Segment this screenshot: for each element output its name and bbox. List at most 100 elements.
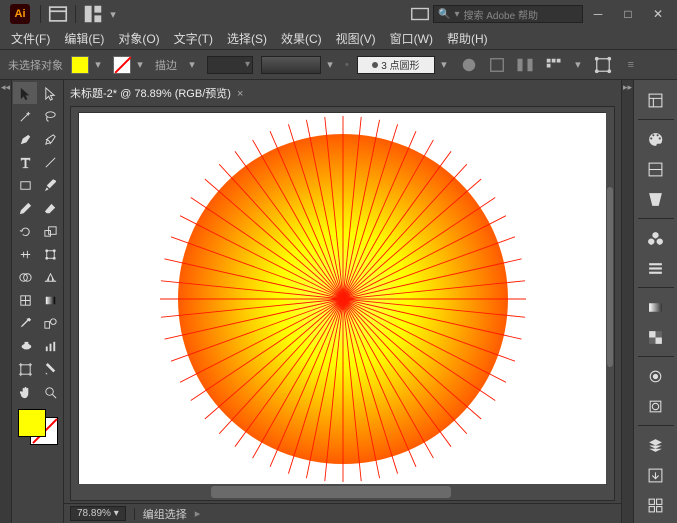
document-tabbar: 未标题-2* @ 78.89% (RGB/预览)× bbox=[64, 80, 621, 106]
menu-effect[interactable]: 效果(C) bbox=[274, 28, 329, 49]
recolor-icon[interactable] bbox=[543, 55, 563, 75]
fill-swatch[interactable] bbox=[71, 56, 89, 74]
menu-window[interactable]: 窗口(W) bbox=[383, 28, 440, 49]
chevron-right-icon[interactable]: ▸ bbox=[195, 507, 201, 520]
brushes-panel-icon[interactable] bbox=[640, 185, 672, 213]
lasso-tool[interactable] bbox=[38, 105, 62, 127]
menu-view[interactable]: 视图(V) bbox=[329, 28, 383, 49]
chevron-down-icon: ▾ bbox=[114, 508, 119, 519]
opacity-icon[interactable] bbox=[459, 55, 479, 75]
left-dock-collapse[interactable]: ◂◂ bbox=[0, 80, 12, 523]
menu-edit[interactable]: 编辑(E) bbox=[57, 28, 111, 49]
paintbrush-tool[interactable] bbox=[38, 174, 62, 196]
layers-panel-icon[interactable] bbox=[640, 431, 672, 459]
properties-panel-icon[interactable] bbox=[640, 86, 672, 114]
scrollbar-thumb[interactable] bbox=[211, 486, 451, 498]
canvas[interactable] bbox=[70, 106, 615, 501]
eraser-tool[interactable] bbox=[38, 197, 62, 219]
document-tab[interactable]: 未标题-2* @ 78.89% (RGB/预览)× bbox=[70, 85, 243, 101]
stroke-panel-icon[interactable] bbox=[640, 254, 672, 282]
asset-export-panel-icon[interactable] bbox=[640, 461, 672, 489]
hand-tool[interactable] bbox=[13, 381, 37, 403]
artboards-panel-icon[interactable] bbox=[640, 491, 672, 519]
width-profile-dropdown-icon[interactable]: ▾ bbox=[323, 58, 337, 72]
rotate-tool[interactable] bbox=[13, 220, 37, 242]
type-tool[interactable] bbox=[13, 151, 37, 173]
width-tool[interactable] bbox=[13, 243, 37, 265]
style-icon[interactable] bbox=[487, 55, 507, 75]
column-graph-tool[interactable] bbox=[38, 335, 62, 357]
separator bbox=[638, 425, 674, 426]
search-icon: 🔍 bbox=[438, 9, 450, 20]
search-input[interactable]: 🔍 ▾ 搜索 Adobe 帮助 bbox=[433, 5, 583, 23]
variable-width-profile[interactable] bbox=[261, 56, 321, 74]
bridge-icon[interactable] bbox=[47, 3, 69, 25]
zoom-tool[interactable] bbox=[38, 381, 62, 403]
align-icon[interactable] bbox=[515, 55, 535, 75]
control-bar: 未选择对象 ▾ ▾ 描边 ▾ ▾ ▾ • 3 点圆形 ▾ ▾ ≡ bbox=[0, 50, 677, 80]
scrollbar-thumb[interactable] bbox=[607, 187, 613, 367]
artboard bbox=[79, 113, 606, 484]
magic-wand-tool[interactable] bbox=[13, 105, 37, 127]
close-tab-icon[interactable]: × bbox=[237, 88, 243, 100]
menu-file[interactable]: 文件(F) bbox=[4, 28, 57, 49]
shape-builder-tool[interactable] bbox=[13, 266, 37, 288]
status-mode[interactable]: 编组选择 bbox=[143, 506, 187, 522]
eyedropper-tool[interactable] bbox=[13, 312, 37, 334]
arrange-dropdown-icon[interactable]: ▾ bbox=[106, 7, 120, 21]
color-panel-icon[interactable] bbox=[640, 125, 672, 153]
minimize-button[interactable]: ─ bbox=[585, 4, 611, 24]
slice-tool[interactable] bbox=[38, 358, 62, 380]
fill-stroke-indicator[interactable] bbox=[16, 407, 60, 447]
blend-tool[interactable] bbox=[38, 312, 62, 334]
maximize-button[interactable]: □ bbox=[615, 4, 641, 24]
vertical-scrollbar[interactable] bbox=[606, 107, 614, 484]
line-tool[interactable] bbox=[38, 151, 62, 173]
gradient-panel-icon[interactable] bbox=[640, 293, 672, 321]
selection-tool[interactable] bbox=[13, 82, 37, 104]
fill-dropdown-icon[interactable]: ▾ bbox=[91, 58, 105, 72]
menubar: 文件(F) 编辑(E) 对象(O) 文字(T) 选择(S) 效果(C) 视图(V… bbox=[0, 28, 677, 50]
stroke-swatch[interactable] bbox=[113, 56, 131, 74]
symbols-panel-icon[interactable] bbox=[640, 224, 672, 252]
stroke-weight-input[interactable]: ▾ bbox=[207, 56, 253, 74]
mesh-tool[interactable] bbox=[13, 289, 37, 311]
gradient-tool[interactable] bbox=[38, 289, 62, 311]
close-button[interactable]: ✕ bbox=[645, 4, 671, 24]
stroke-dropdown-icon[interactable]: ▾ bbox=[133, 58, 147, 72]
menu-object[interactable]: 对象(O) bbox=[111, 28, 166, 49]
transform-icon[interactable] bbox=[593, 55, 613, 75]
brush-dropdown-icon[interactable]: ▾ bbox=[437, 58, 451, 72]
recolor-dropdown-icon[interactable]: ▾ bbox=[571, 58, 585, 72]
scale-tool[interactable] bbox=[38, 220, 62, 242]
curvature-tool[interactable] bbox=[38, 128, 62, 150]
horizontal-scrollbar[interactable] bbox=[71, 484, 606, 500]
gpu-icon[interactable] bbox=[409, 3, 431, 25]
titlebar: Ai ▾ 🔍 ▾ 搜索 Adobe 帮助 ─ □ ✕ bbox=[0, 0, 677, 28]
free-transform-tool[interactable] bbox=[38, 243, 62, 265]
search-dropdown-icon: ▾ bbox=[454, 9, 459, 20]
stroke-panel-dropdown-icon[interactable]: ▾ bbox=[185, 58, 199, 72]
brush-definition[interactable]: 3 点圆形 bbox=[357, 56, 435, 74]
rectangle-tool[interactable] bbox=[13, 174, 37, 196]
swatches-panel-icon[interactable] bbox=[640, 155, 672, 183]
menu-select[interactable]: 选择(S) bbox=[220, 28, 274, 49]
graphic-styles-panel-icon[interactable] bbox=[640, 392, 672, 420]
appearance-panel-icon[interactable] bbox=[640, 362, 672, 390]
separator bbox=[638, 119, 674, 120]
pencil-tool[interactable] bbox=[13, 197, 37, 219]
arrange-docs-icon[interactable] bbox=[82, 3, 104, 25]
zoom-level[interactable]: 78.89% ▾ bbox=[70, 506, 126, 521]
transparency-panel-icon[interactable] bbox=[640, 323, 672, 351]
symbol-sprayer-tool[interactable] bbox=[13, 335, 37, 357]
artboard-tool[interactable] bbox=[13, 358, 37, 380]
right-dock-collapse[interactable]: ▸▸ bbox=[621, 80, 633, 523]
menu-help[interactable]: 帮助(H) bbox=[440, 28, 495, 49]
pen-tool[interactable] bbox=[13, 128, 37, 150]
direct-selection-tool[interactable] bbox=[38, 82, 62, 104]
stroke-label[interactable]: 描边 bbox=[155, 57, 177, 73]
perspective-grid-tool[interactable] bbox=[38, 266, 62, 288]
more-options-icon[interactable]: ≡ bbox=[621, 55, 641, 75]
menu-type[interactable]: 文字(T) bbox=[167, 28, 220, 49]
fill-color-box[interactable] bbox=[18, 409, 46, 437]
